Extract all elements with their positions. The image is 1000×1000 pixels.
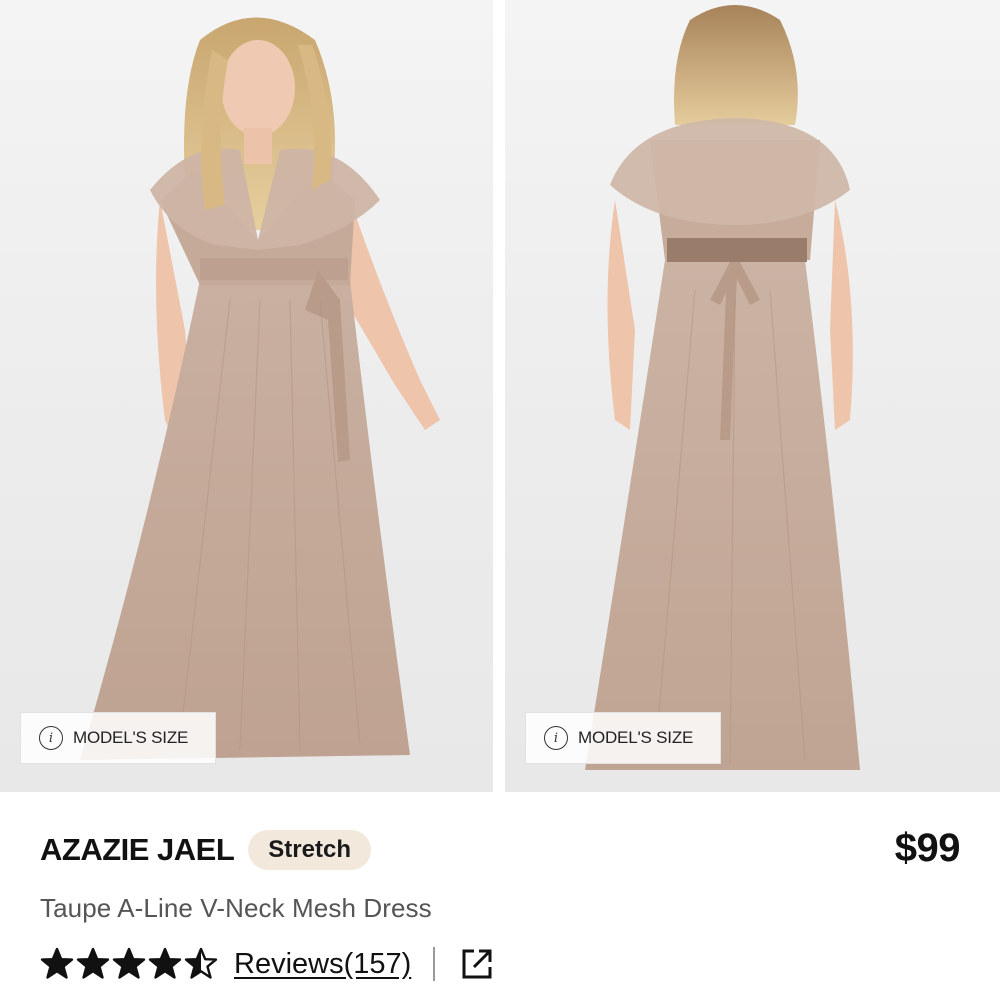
divider [433, 947, 436, 981]
info-icon: i [544, 726, 568, 750]
product-price: $99 [894, 826, 961, 870]
front-model-illustration [80, 17, 440, 760]
star-rating[interactable] [40, 947, 220, 981]
star-full-icon [112, 947, 146, 979]
product-photo-back[interactable]: i MODEL'S SIZE [505, 0, 1000, 792]
star-full-icon [76, 947, 110, 979]
model-size-label: MODEL'S SIZE [578, 728, 694, 747]
product-photo-front[interactable]: i MODEL'S SIZE [0, 0, 493, 792]
star-half-icon [184, 947, 218, 979]
info-icon: i [39, 726, 63, 750]
back-model-illustration [585, 5, 860, 770]
stretch-badge: Stretch [248, 830, 371, 870]
product-subtitle: Taupe A-Line V-Neck Mesh Dress [40, 893, 432, 923]
model-size-label: MODEL'S SIZE [73, 728, 189, 747]
product-brand-name[interactable]: AZAZIE JAEL [40, 832, 235, 868]
brand-row: AZAZIE JAEL Stretch [40, 830, 371, 870]
star-full-icon [40, 947, 74, 979]
rating-row: Reviews(157) [40, 942, 495, 986]
star-full-icon [148, 947, 182, 979]
model-size-button-front[interactable]: i MODEL'S SIZE [20, 712, 216, 764]
external-link-icon[interactable] [459, 946, 495, 982]
product-gallery: i MODEL'S SIZE i MODEL'S SIZE [0, 0, 1000, 792]
model-size-button-back[interactable]: i MODEL'S SIZE [525, 712, 721, 764]
reviews-link[interactable]: Reviews(157) [234, 948, 411, 981]
